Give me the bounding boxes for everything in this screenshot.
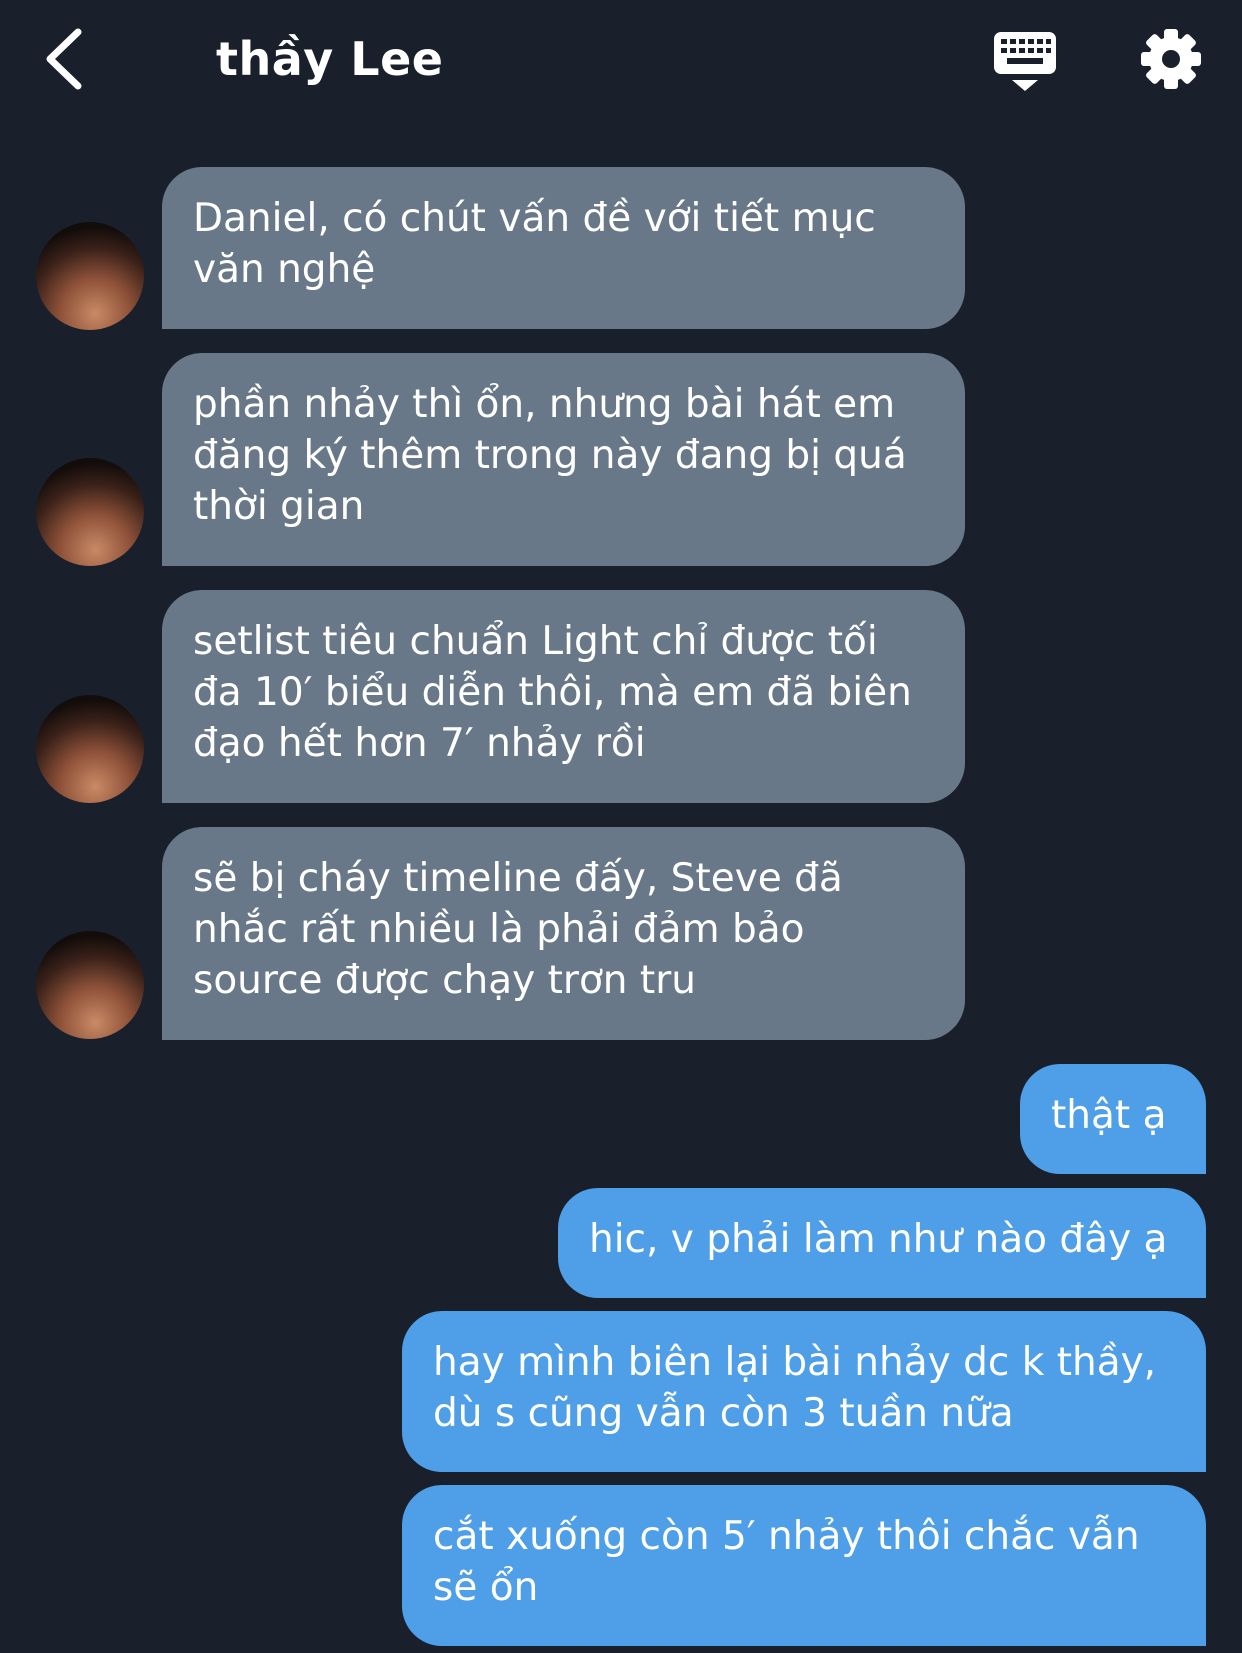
chevron-left-icon	[46, 28, 82, 90]
avatar[interactable]	[36, 222, 144, 330]
message-bubble-outgoing: cắt xuống còn 5′ nhảy thôi chắc vẫn sẽ ổ…	[402, 1485, 1206, 1646]
settings-button[interactable]	[1138, 26, 1204, 92]
back-button[interactable]	[38, 24, 98, 94]
gear-icon	[1141, 29, 1201, 89]
message-bubble-incoming: Daniel, có chút vấn đề với tiết mục văn …	[162, 167, 965, 329]
message-bubble-incoming: sẽ bị cháy timeline đấy, Steve đã nhắc r…	[162, 827, 965, 1040]
avatar[interactable]	[36, 458, 144, 566]
message-bubble-outgoing: thật ạ	[1020, 1064, 1206, 1174]
message-bubble-outgoing: hic, v phải làm như nào đây ạ	[558, 1188, 1206, 1298]
avatar[interactable]	[36, 695, 144, 803]
message-bubble-incoming: setlist tiêu chuẩn Light chỉ được tối đa…	[162, 590, 965, 803]
message-bubble-incoming: phần nhảy thì ổn, nhưng bài hát em đăng …	[162, 353, 965, 566]
keyboard-icon	[994, 32, 1056, 91]
keyboard-toggle-button[interactable]	[990, 28, 1060, 94]
avatar[interactable]	[36, 931, 144, 1039]
chat-title: thầy Lee	[216, 32, 444, 86]
chat-header: thầy Lee	[0, 0, 1242, 130]
message-bubble-outgoing: hay mình biên lại bài nhảy dc k thầy, dù…	[402, 1311, 1206, 1472]
